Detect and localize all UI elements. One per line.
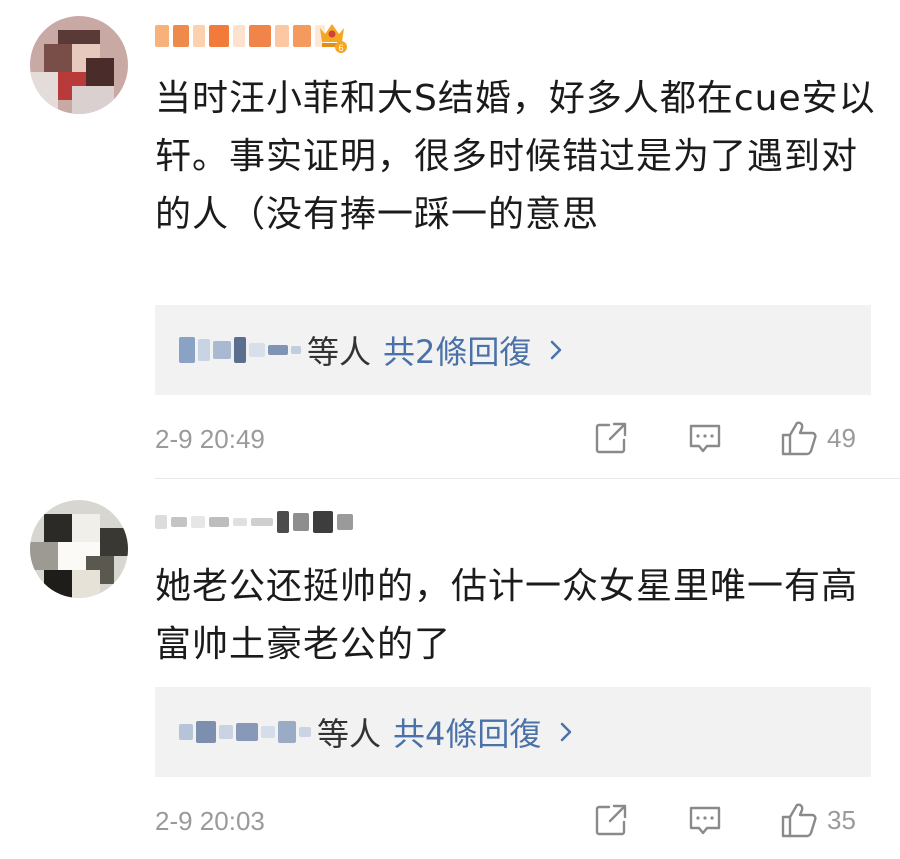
timestamp: 2-9 20:49 xyxy=(155,424,265,454)
chevron-right-icon xyxy=(561,722,572,742)
vip-crown-badge-icon: 6 xyxy=(320,24,347,53)
comment-icon xyxy=(689,424,721,453)
comment-meta: 2-9 20:49 49 xyxy=(155,418,871,458)
thumbs-up-icon xyxy=(781,421,817,456)
comment-icon xyxy=(689,806,721,835)
like-count: 35 xyxy=(827,804,856,835)
reply-usernames-pixelated xyxy=(179,712,311,752)
reply-suffix: 等人 xyxy=(317,715,382,753)
like-button[interactable]: 49 xyxy=(779,418,871,458)
replies-preview[interactable]: 等人 共4條回復 xyxy=(155,687,871,777)
svg-text:6: 6 xyxy=(338,43,343,53)
reply-count-link[interactable]: 共4條回復 xyxy=(393,709,541,755)
chevron-right-icon xyxy=(551,340,562,360)
thumbs-up-icon xyxy=(781,803,817,838)
share-button[interactable] xyxy=(593,418,633,458)
share-button[interactable] xyxy=(593,800,633,840)
share-icon xyxy=(595,804,627,836)
comment-text: 当时汪小菲和大S结婚，好多人都在cue安以轩。事实证明，很多时候错过是为了遇到对… xyxy=(155,78,876,235)
username-pixelated[interactable] xyxy=(155,18,325,54)
comment-text: 她老公还挺帅的，估计一众女星里唯一有高富帅土豪老公的了 xyxy=(155,566,859,665)
like-count: 49 xyxy=(827,422,856,453)
avatar[interactable] xyxy=(30,16,128,114)
share-icon xyxy=(595,422,627,454)
comment-item: 6 当时汪小菲和大S结婚，好多人都在cue安以轩。事实证明，很多时候错过是为了遇… xyxy=(0,0,900,478)
avatar[interactable] xyxy=(30,500,128,598)
like-button[interactable]: 35 xyxy=(779,800,871,840)
timestamp: 2-9 20:03 xyxy=(155,806,265,836)
reply-suffix: 等人 xyxy=(307,333,372,371)
comment-item: 她老公还挺帅的，估计一众女星里唯一有高富帅土豪老公的了 等人 共4條回復 2-9… xyxy=(0,478,900,859)
comment-meta: 2-9 20:03 35 xyxy=(155,800,871,840)
username-pixelated[interactable] xyxy=(155,504,353,540)
comment-button[interactable] xyxy=(687,800,727,840)
reply-usernames-pixelated xyxy=(179,330,301,370)
reply-count-link[interactable]: 共2條回復 xyxy=(383,327,531,373)
replies-preview[interactable]: 等人 共2條回復 xyxy=(155,305,871,395)
comment-button[interactable] xyxy=(687,418,727,458)
